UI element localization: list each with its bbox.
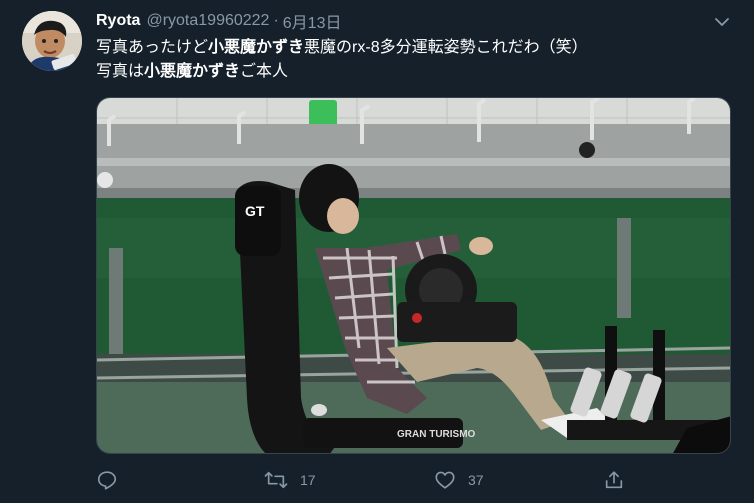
reply-icon	[96, 469, 118, 491]
tweet-date[interactable]: 6月13日	[283, 9, 342, 33]
share-button[interactable]	[603, 466, 625, 494]
bold-text-segment: 小悪魔かずき	[208, 39, 305, 56]
text-segment: 写真は	[96, 63, 145, 80]
svg-text:GT: GT	[245, 203, 265, 219]
svg-text:GRAN TURISMO: GRAN TURISMO	[397, 429, 476, 440]
bold-text-segment: 小悪魔かずき	[144, 63, 241, 80]
text-segment: 写真あったけど	[96, 39, 209, 56]
share-icon	[603, 469, 625, 491]
tweet[interactable]: Ryota @ryota19960222 · 6月13日 写真あったけど小悪魔か…	[0, 0, 754, 503]
tweet-header: Ryota @ryota19960222 · 6月13日	[96, 10, 341, 32]
like-count: 37	[468, 472, 484, 488]
tweet-text-line-1: 写真あったけど小悪魔かずき悪魔のrx-8多分運転姿勢これだわ（笑）	[96, 36, 736, 60]
tweet-text: 写真あったけど小悪魔かずき悪魔のrx-8多分運転姿勢これだわ（笑） 写真は小悪魔…	[96, 36, 736, 84]
tweet-text-line-2: 写真は小悪魔かずきご本人	[96, 60, 736, 84]
text-segment: 悪魔のrx-8多分運転姿勢これだわ（笑）	[304, 39, 588, 56]
heart-icon	[434, 469, 456, 491]
retweet-count: 17	[300, 472, 316, 488]
text-segment: ご本人	[240, 63, 289, 80]
display-name[interactable]: Ryota	[96, 12, 140, 30]
chevron-down-icon[interactable]	[712, 12, 732, 32]
reply-button[interactable]	[96, 466, 118, 494]
avatar[interactable]	[22, 11, 82, 71]
like-button[interactable]: 37	[434, 466, 484, 494]
retweet-icon	[264, 469, 288, 491]
tweet-photo[interactable]: GT GRAN TURISMO	[96, 97, 731, 454]
user-handle[interactable]: @ryota19960222	[146, 12, 269, 30]
tweet-actions: 17 37	[96, 466, 656, 494]
separator-dot: ·	[273, 12, 279, 29]
retweet-button[interactable]: 17	[264, 466, 316, 494]
